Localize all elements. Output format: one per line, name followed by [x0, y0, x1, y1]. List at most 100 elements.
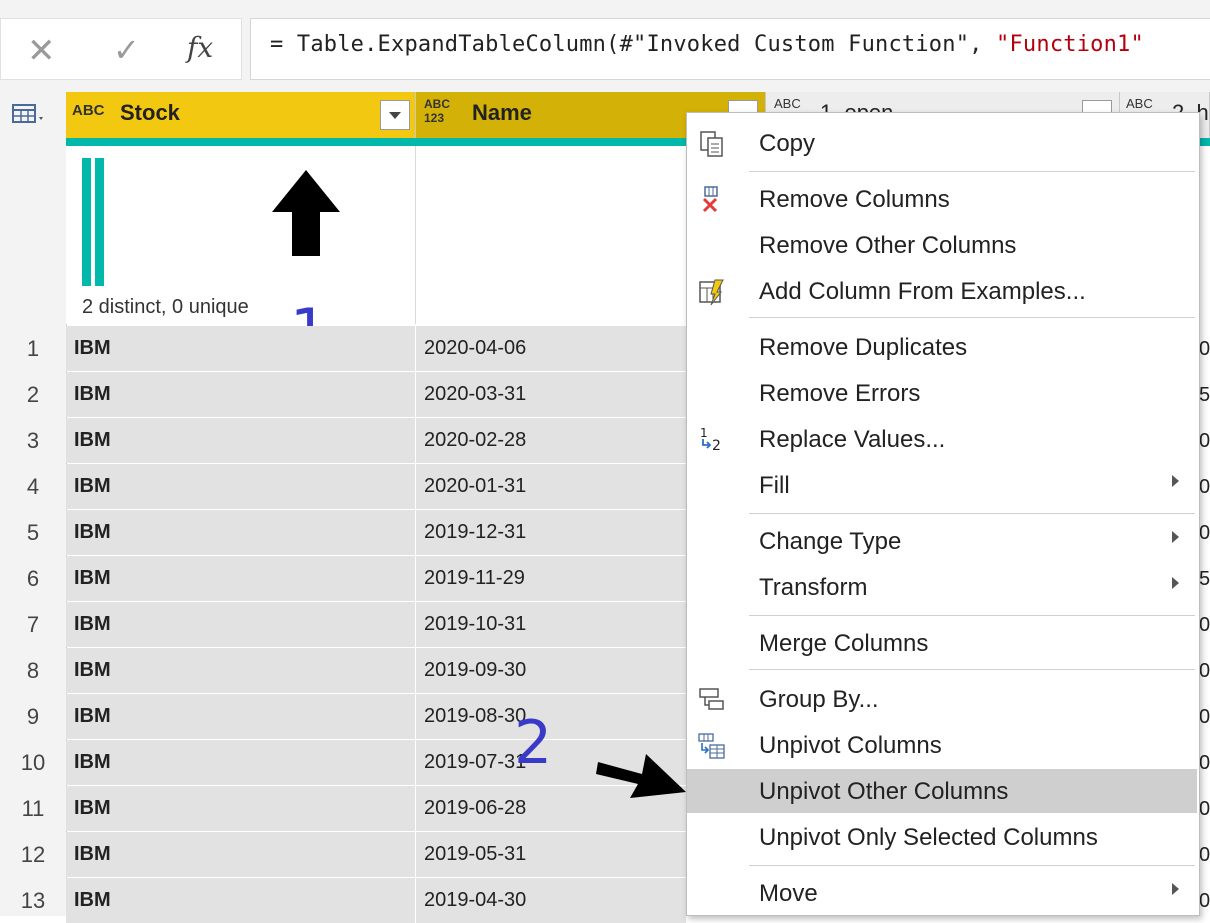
table-cell-name[interactable]: 2019-09-30: [416, 648, 686, 693]
table-menu-icon[interactable]: [12, 102, 48, 126]
menu-item-group-by[interactable]: Group By...: [687, 677, 1197, 721]
grid-corner: [0, 92, 67, 324]
table-cell-name[interactable]: 2019-11-29: [416, 556, 686, 601]
row-number[interactable]: 9: [0, 704, 66, 730]
table-cell-stock[interactable]: IBM: [66, 464, 416, 509]
menu-item-transform[interactable]: Transform: [687, 565, 1197, 609]
menu-item-copy[interactable]: Copy: [687, 121, 1197, 165]
row-number[interactable]: 2: [0, 382, 66, 408]
menu-item-label: Unpivot Only Selected Columns: [759, 824, 1098, 851]
row-number[interactable]: 1: [0, 336, 66, 362]
cell-value: 2019-04-30: [424, 889, 527, 911]
any-type-icon-open[interactable]: ABC: [774, 97, 801, 110]
cell-value: 2019-12-31: [424, 521, 527, 543]
table-cell-stock[interactable]: IBM: [66, 326, 416, 371]
cell-value: 2020-02-28: [424, 429, 527, 451]
column-label-stock: Stock: [120, 100, 180, 125]
cell-value: 2019-08-30: [424, 705, 527, 727]
formula-prefix: = Table.ExpandTableColumn(#"Invoked Cust…: [270, 32, 997, 57]
menu-item-add-column-from-examples[interactable]: Add Column From Examples...: [687, 269, 1197, 313]
table-cell-stock[interactable]: IBM: [66, 878, 416, 923]
cell-value-partial: 0: [1199, 706, 1210, 728]
table-cell-stock[interactable]: IBM: [66, 372, 416, 417]
table-cell-stock[interactable]: IBM: [66, 556, 416, 601]
formula-string: "Function1": [996, 32, 1144, 57]
submenu-arrow-icon: [1172, 883, 1179, 895]
menu-item-move[interactable]: Move: [687, 871, 1197, 915]
any-type-icon-high[interactable]: ABC: [1126, 97, 1153, 110]
cell-value: IBM: [74, 337, 111, 359]
fx-icon[interactable]: fx: [187, 31, 213, 64]
menu-item-change-type[interactable]: Change Type: [687, 519, 1197, 563]
table-cell-name[interactable]: 2019-10-31: [416, 602, 686, 647]
menu-item-label: Group By...: [759, 686, 879, 713]
table-cell-stock[interactable]: IBM: [66, 648, 416, 693]
row-number[interactable]: 8: [0, 658, 66, 684]
cell-value: 2019-06-28: [424, 797, 527, 819]
menu-item-merge-columns[interactable]: Merge Columns: [687, 621, 1197, 665]
cell-value-partial: 0: [1199, 476, 1210, 498]
menu-item-remove-errors[interactable]: Remove Errors: [687, 371, 1197, 415]
menu-item-remove-duplicates[interactable]: Remove Duplicates: [687, 325, 1197, 369]
row-number[interactable]: 3: [0, 428, 66, 454]
table-cell-stock[interactable]: IBM: [66, 602, 416, 647]
row-number[interactable]: 5: [0, 520, 66, 546]
column-header-stock[interactable]: [66, 92, 416, 140]
row-number[interactable]: 10: [0, 750, 66, 776]
annotation-right-arrow: [596, 754, 686, 798]
table-cell-name[interactable]: 2019-12-31: [416, 510, 686, 555]
row-number[interactable]: 13: [0, 888, 66, 914]
row-number[interactable]: 7: [0, 612, 66, 638]
cell-value: IBM: [74, 613, 111, 635]
column-filter-dropdown-stock[interactable]: [380, 100, 410, 130]
row-number[interactable]: 6: [0, 566, 66, 592]
table-cell-stock[interactable]: IBM: [66, 694, 416, 739]
menu-item-label: Merge Columns: [759, 630, 929, 657]
table-cell-name[interactable]: 2019-04-30: [416, 878, 686, 923]
any-type-label-bottom: 123: [424, 111, 445, 125]
cancel-icon[interactable]: ✕: [27, 31, 56, 71]
cell-value-partial: 0: [1199, 844, 1210, 866]
table-cell-stock[interactable]: IBM: [66, 786, 416, 831]
annotation-up-arrow: [272, 170, 340, 256]
table-cell-stock[interactable]: IBM: [66, 740, 416, 785]
menu-item-replace-values[interactable]: 1 2 Replace Values...: [687, 417, 1197, 461]
menu-separator: [749, 615, 1195, 616]
text-type-icon[interactable]: ABC: [72, 103, 105, 118]
table-cell-name[interactable]: 2020-02-28: [416, 418, 686, 463]
table-cell-stock[interactable]: IBM: [66, 510, 416, 555]
menu-item-remove-columns[interactable]: Remove Columns: [687, 177, 1197, 221]
menu-item-label: Unpivot Other Columns: [759, 778, 1009, 805]
cell-value: 2020-01-31: [424, 475, 527, 497]
formula-text: = Table.ExpandTableColumn(#"Invoked Cust…: [270, 32, 1144, 57]
table-cell-name[interactable]: 2020-01-31: [416, 464, 686, 509]
any-type-icon[interactable]: ABC 123: [424, 97, 450, 125]
distribution-bar: [82, 158, 91, 286]
row-number[interactable]: 12: [0, 842, 66, 868]
menu-item-unpivot-other-columns[interactable]: Unpivot Other Columns: [687, 769, 1197, 813]
confirm-icon[interactable]: ✓: [113, 31, 140, 69]
table-cell-stock[interactable]: IBM: [66, 832, 416, 877]
row-number[interactable]: 4: [0, 474, 66, 500]
table-cell-stock[interactable]: IBM: [66, 418, 416, 463]
add-column-examples-icon: [697, 277, 727, 307]
table-cell-name[interactable]: 2019-05-31: [416, 832, 686, 877]
cell-value: IBM: [74, 889, 111, 911]
cell-value: IBM: [74, 797, 111, 819]
cell-value: IBM: [74, 521, 111, 543]
menu-item-remove-other-columns[interactable]: Remove Other Columns: [687, 223, 1197, 267]
menu-item-unpivot-only-selected-columns[interactable]: Unpivot Only Selected Columns: [687, 815, 1197, 859]
table-cell-name[interactable]: 2020-03-31: [416, 372, 686, 417]
menu-item-fill[interactable]: Fill: [687, 463, 1197, 507]
cell-value: 2019-10-31: [424, 613, 527, 635]
row-number[interactable]: 11: [0, 796, 66, 822]
menu-item-label: Transform: [759, 574, 868, 601]
cell-value-partial: 0: [1199, 614, 1210, 636]
table-cell-name[interactable]: 2020-04-06: [416, 326, 686, 371]
any-type-label-top: ABC: [424, 97, 450, 111]
menu-item-label: Remove Other Columns: [759, 232, 1017, 259]
column-label-name: Name: [472, 100, 532, 125]
cell-value-partial: 0: [1199, 660, 1210, 682]
cell-value-partial: 0: [1199, 338, 1210, 360]
menu-item-unpivot-columns[interactable]: Unpivot Columns: [687, 723, 1197, 767]
